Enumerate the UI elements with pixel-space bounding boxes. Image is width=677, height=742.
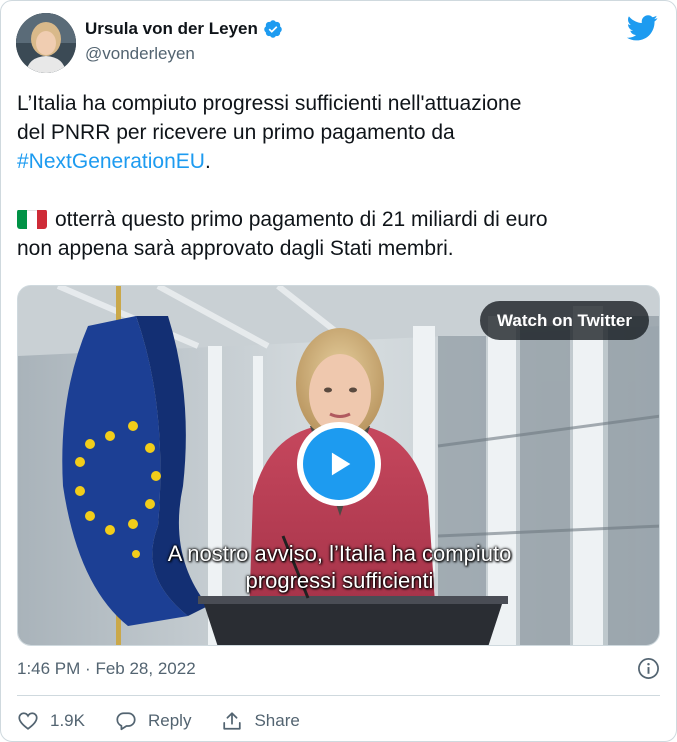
reply-button[interactable]: Reply — [115, 710, 191, 732]
tweet-line: L’Italia ha compiuto progressi sufficien… — [17, 92, 522, 115]
tweet-line: del PNRR per ricevere un primo pagamento… — [17, 121, 455, 144]
tweet-time: 1:46 PM — [17, 659, 81, 678]
italy-flag-icon — [17, 209, 47, 229]
action-bar: 1.9K Reply Share — [17, 708, 330, 734]
tweet-date: Feb 28, 2022 — [95, 659, 196, 678]
like-count: 1.9K — [50, 711, 85, 730]
hashtag-suffix: . — [204, 150, 211, 173]
author-name[interactable]: Ursula von der Leyen — [85, 19, 258, 39]
video-caption: A nostro avviso, l’Italia ha compiuto pr… — [18, 540, 659, 594]
info-icon[interactable] — [637, 657, 660, 680]
twitter-bird-icon[interactable] — [627, 15, 658, 41]
verified-badge-icon — [264, 20, 282, 38]
caption-line: progressi sufficienti — [245, 568, 434, 593]
heart-icon — [18, 712, 38, 730]
tweet-card: Ursula von der Leyen @vonderleyen L’Ital… — [0, 0, 677, 742]
like-button[interactable]: 1.9K — [17, 710, 85, 732]
video-player[interactable]: Watch on Twitter A nostro avviso, l’Ital… — [17, 285, 660, 646]
share-icon — [223, 712, 242, 730]
meta-separator: · — [85, 659, 91, 678]
watch-on-twitter-button[interactable]: Watch on Twitter — [479, 301, 649, 340]
share-label: Share — [254, 711, 300, 730]
play-button[interactable] — [297, 422, 381, 506]
author-handle[interactable]: @vonderleyen — [85, 44, 283, 64]
tweet-timestamp[interactable]: 1:46 PM · Feb 28, 2022 — [17, 659, 196, 679]
reply-icon — [116, 712, 136, 731]
play-icon — [331, 452, 351, 476]
share-button[interactable]: Share — [221, 710, 300, 732]
divider — [17, 695, 660, 696]
tweet-line: non appena sarà approvato dagli Stati me… — [17, 237, 454, 260]
reply-label: Reply — [147, 711, 192, 730]
avatar[interactable] — [16, 13, 76, 73]
caption-line: A nostro avviso, l’Italia ha compiuto — [167, 541, 512, 566]
hashtag-link[interactable]: #NextGenerationEU — [17, 150, 205, 173]
tweet-text: L’Italia ha compiuto progressi sufficien… — [17, 89, 662, 263]
tweet-line: otterrà questo primo pagamento di 21 mil… — [55, 208, 548, 231]
